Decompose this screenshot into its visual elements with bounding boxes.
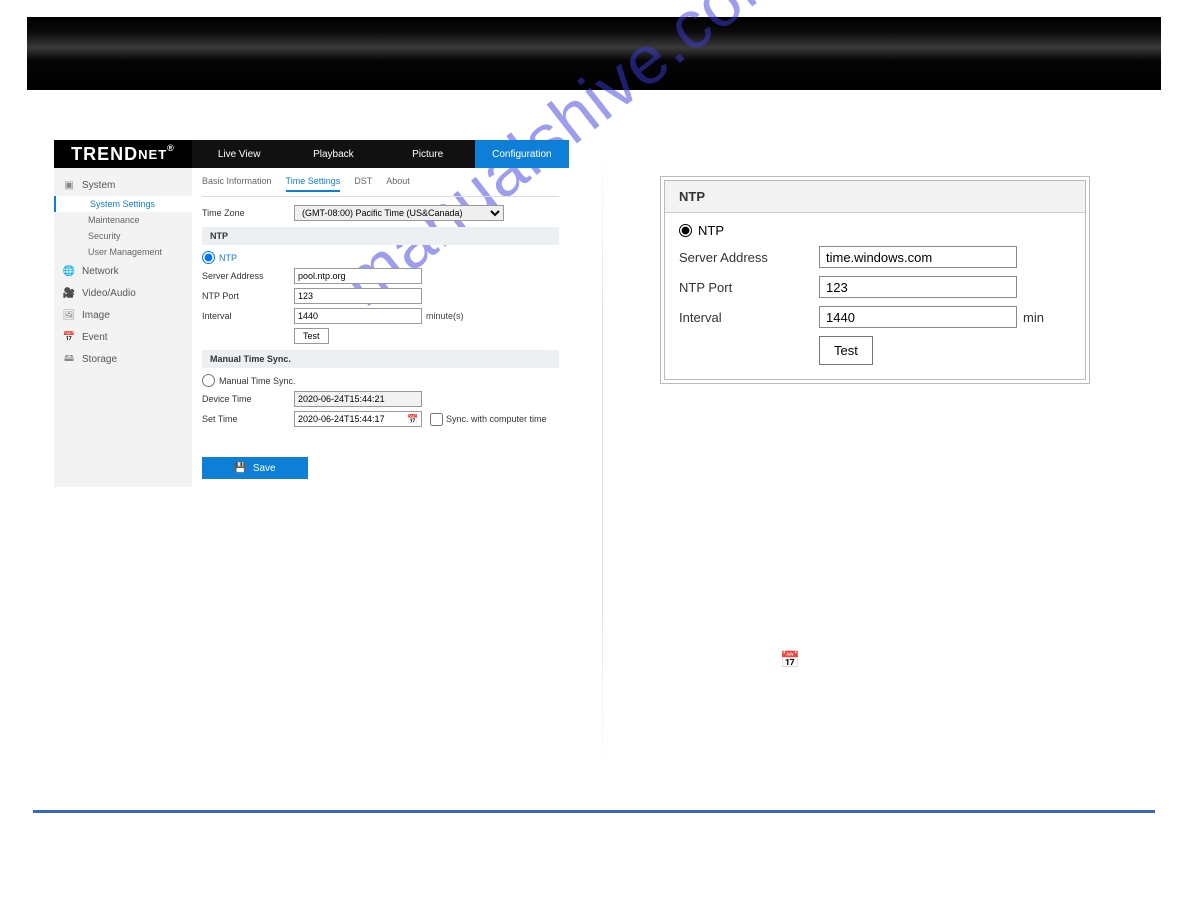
sidebar-label: Event <box>82 332 108 343</box>
vertical-divider <box>602 140 603 780</box>
ntp-section-header: NTP <box>202 227 559 245</box>
sync-computer-time-label: Sync. with computer time <box>446 414 547 424</box>
set-time-label: Set Time <box>202 414 294 424</box>
subtab-about[interactable]: About <box>386 176 410 192</box>
timezone-select[interactable]: (GMT-08:00) Pacific Time (US&Canada) <box>294 205 504 221</box>
sidebar-item-security[interactable]: Security <box>54 228 192 244</box>
sidebar-item-maintenance[interactable]: Maintenance <box>54 212 192 228</box>
tab-picture[interactable]: Picture <box>381 140 475 168</box>
panel-interval-label: Interval <box>679 310 819 325</box>
timezone-label: Time Zone <box>202 208 294 218</box>
panel-title: NTP <box>665 181 1085 213</box>
interval-input[interactable] <box>294 308 422 324</box>
sidebar-label: Image <box>82 310 110 321</box>
sidebar-item-image[interactable]: 🖼 Image <box>54 304 192 326</box>
ntp-radio-label: NTP <box>219 253 237 263</box>
sidebar-item-network[interactable]: 🌐 Network <box>54 260 192 282</box>
save-button[interactable]: 💾 Save <box>202 457 308 479</box>
sidebar-label: Storage <box>82 354 117 365</box>
calendar-icon: 📅 <box>62 330 76 344</box>
set-time-input[interactable] <box>294 411 422 427</box>
ntp-port-input[interactable] <box>294 288 422 304</box>
sidebar-label: Video/Audio <box>82 288 136 299</box>
save-icon: 💾 <box>234 463 246 474</box>
manual-sync-section-header: Manual Time Sync. <box>202 350 559 368</box>
sidebar-item-system-settings[interactable]: System Settings <box>54 196 192 212</box>
tab-live-view[interactable]: Live View <box>192 140 286 168</box>
manual-sync-radio-label: Manual Time Sync. <box>219 376 296 386</box>
panel-ntp-port-input[interactable] <box>819 276 1017 298</box>
subtab-dst[interactable]: DST <box>354 176 372 192</box>
panel-ntp-radio[interactable] <box>679 224 692 237</box>
panel-server-address-label: Server Address <box>679 250 819 265</box>
tab-configuration[interactable]: Configuration <box>475 140 569 168</box>
panel-interval-unit: min <box>1023 310 1044 325</box>
image-icon: 🖼 <box>62 308 76 322</box>
sidebar-item-event[interactable]: 📅 Event <box>54 326 192 348</box>
sidebar-label: Network <box>82 266 119 277</box>
sidebar-item-storage[interactable]: 🖴 Storage <box>54 348 192 370</box>
panel-server-address-input[interactable] <box>819 246 1017 268</box>
server-address-input[interactable] <box>294 268 422 284</box>
sidebar-item-video-audio[interactable]: 🎥 Video/Audio <box>54 282 192 304</box>
interval-label: Interval <box>202 311 294 321</box>
subtab-time-settings[interactable]: Time Settings <box>286 176 341 192</box>
sidebar-label: System <box>82 180 115 191</box>
device-time-field <box>294 391 422 407</box>
calendar-icon: 📅 <box>780 650 800 670</box>
storage-icon: 🖴 <box>62 352 76 366</box>
ntp-radio[interactable] <box>202 251 215 264</box>
panel-interval-input[interactable] <box>819 306 1017 328</box>
content-area: Basic Information Time Settings DST Abou… <box>192 168 569 487</box>
tab-playback[interactable]: Playback <box>286 140 380 168</box>
sidebar-item-user-management[interactable]: User Management <box>54 244 192 260</box>
test-button[interactable]: Test <box>294 328 329 344</box>
monitor-icon: ▣ <box>62 178 76 192</box>
ntp-panel-screenshot: NTP NTP Server Address NTP Port Interval <box>660 176 1090 384</box>
device-time-label: Device Time <box>202 394 294 404</box>
sync-computer-time-checkbox[interactable] <box>430 413 443 426</box>
top-banner <box>27 17 1161 90</box>
brand-logo: TRENDNET® <box>54 140 192 168</box>
sidebar: ▣ System System Settings Maintenance Sec… <box>54 168 192 487</box>
camera-icon: 🎥 <box>62 286 76 300</box>
ntp-port-label: NTP Port <box>202 291 294 301</box>
panel-ntp-port-label: NTP Port <box>679 280 819 295</box>
globe-icon: 🌐 <box>62 264 76 278</box>
interval-unit: minute(s) <box>426 311 464 321</box>
footer-rule <box>33 810 1155 813</box>
save-button-label: Save <box>253 463 276 474</box>
subtab-basic-information[interactable]: Basic Information <box>202 176 272 192</box>
sidebar-item-system[interactable]: ▣ System <box>54 174 192 196</box>
server-address-label: Server Address <box>202 271 294 281</box>
manual-sync-radio[interactable] <box>202 374 215 387</box>
panel-test-button[interactable]: Test <box>819 336 873 365</box>
app-screenshot-left: TRENDNET® Live View Playback Picture Con… <box>54 140 569 487</box>
panel-ntp-radio-label: NTP <box>698 223 724 238</box>
